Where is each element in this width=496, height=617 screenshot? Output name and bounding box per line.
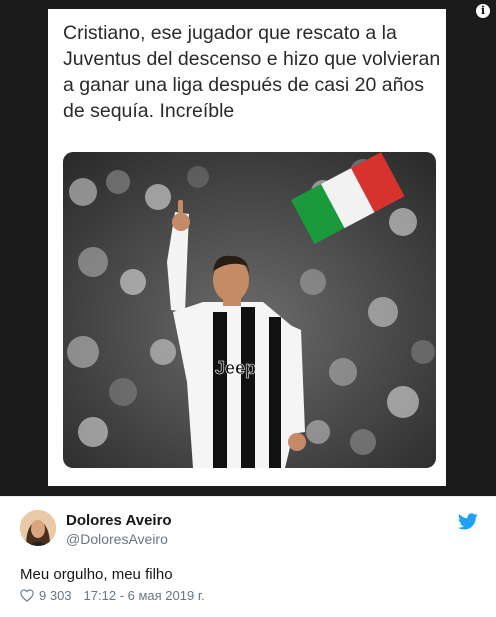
author-handle[interactable]: @DoloresAveiro (66, 531, 168, 547)
info-icon[interactable]: i (476, 4, 490, 18)
player-photo: Jeep (63, 152, 436, 468)
author-name[interactable]: Dolores Aveiro (66, 512, 172, 529)
avatar[interactable] (20, 510, 56, 546)
meme-caption: Cristiano, ese jugador que rescato a la … (63, 22, 441, 122)
tweet-text: Meu orgulho, meu filho (20, 566, 173, 583)
timestamp[interactable]: 17:12 - 6 мая 2019 г. (84, 588, 205, 603)
divider (0, 496, 496, 497)
tweet-meta: 9 303 17:12 - 6 мая 2019 г. (20, 588, 205, 603)
shirt-sponsor: Jeep (215, 358, 256, 378)
tweet-media[interactable]: i Cristiano, ese jugador que rescato a l… (0, 0, 496, 496)
like-count[interactable]: 9 303 (39, 588, 72, 603)
heart-icon[interactable] (20, 589, 34, 602)
twitter-bird-icon[interactable] (457, 513, 478, 530)
